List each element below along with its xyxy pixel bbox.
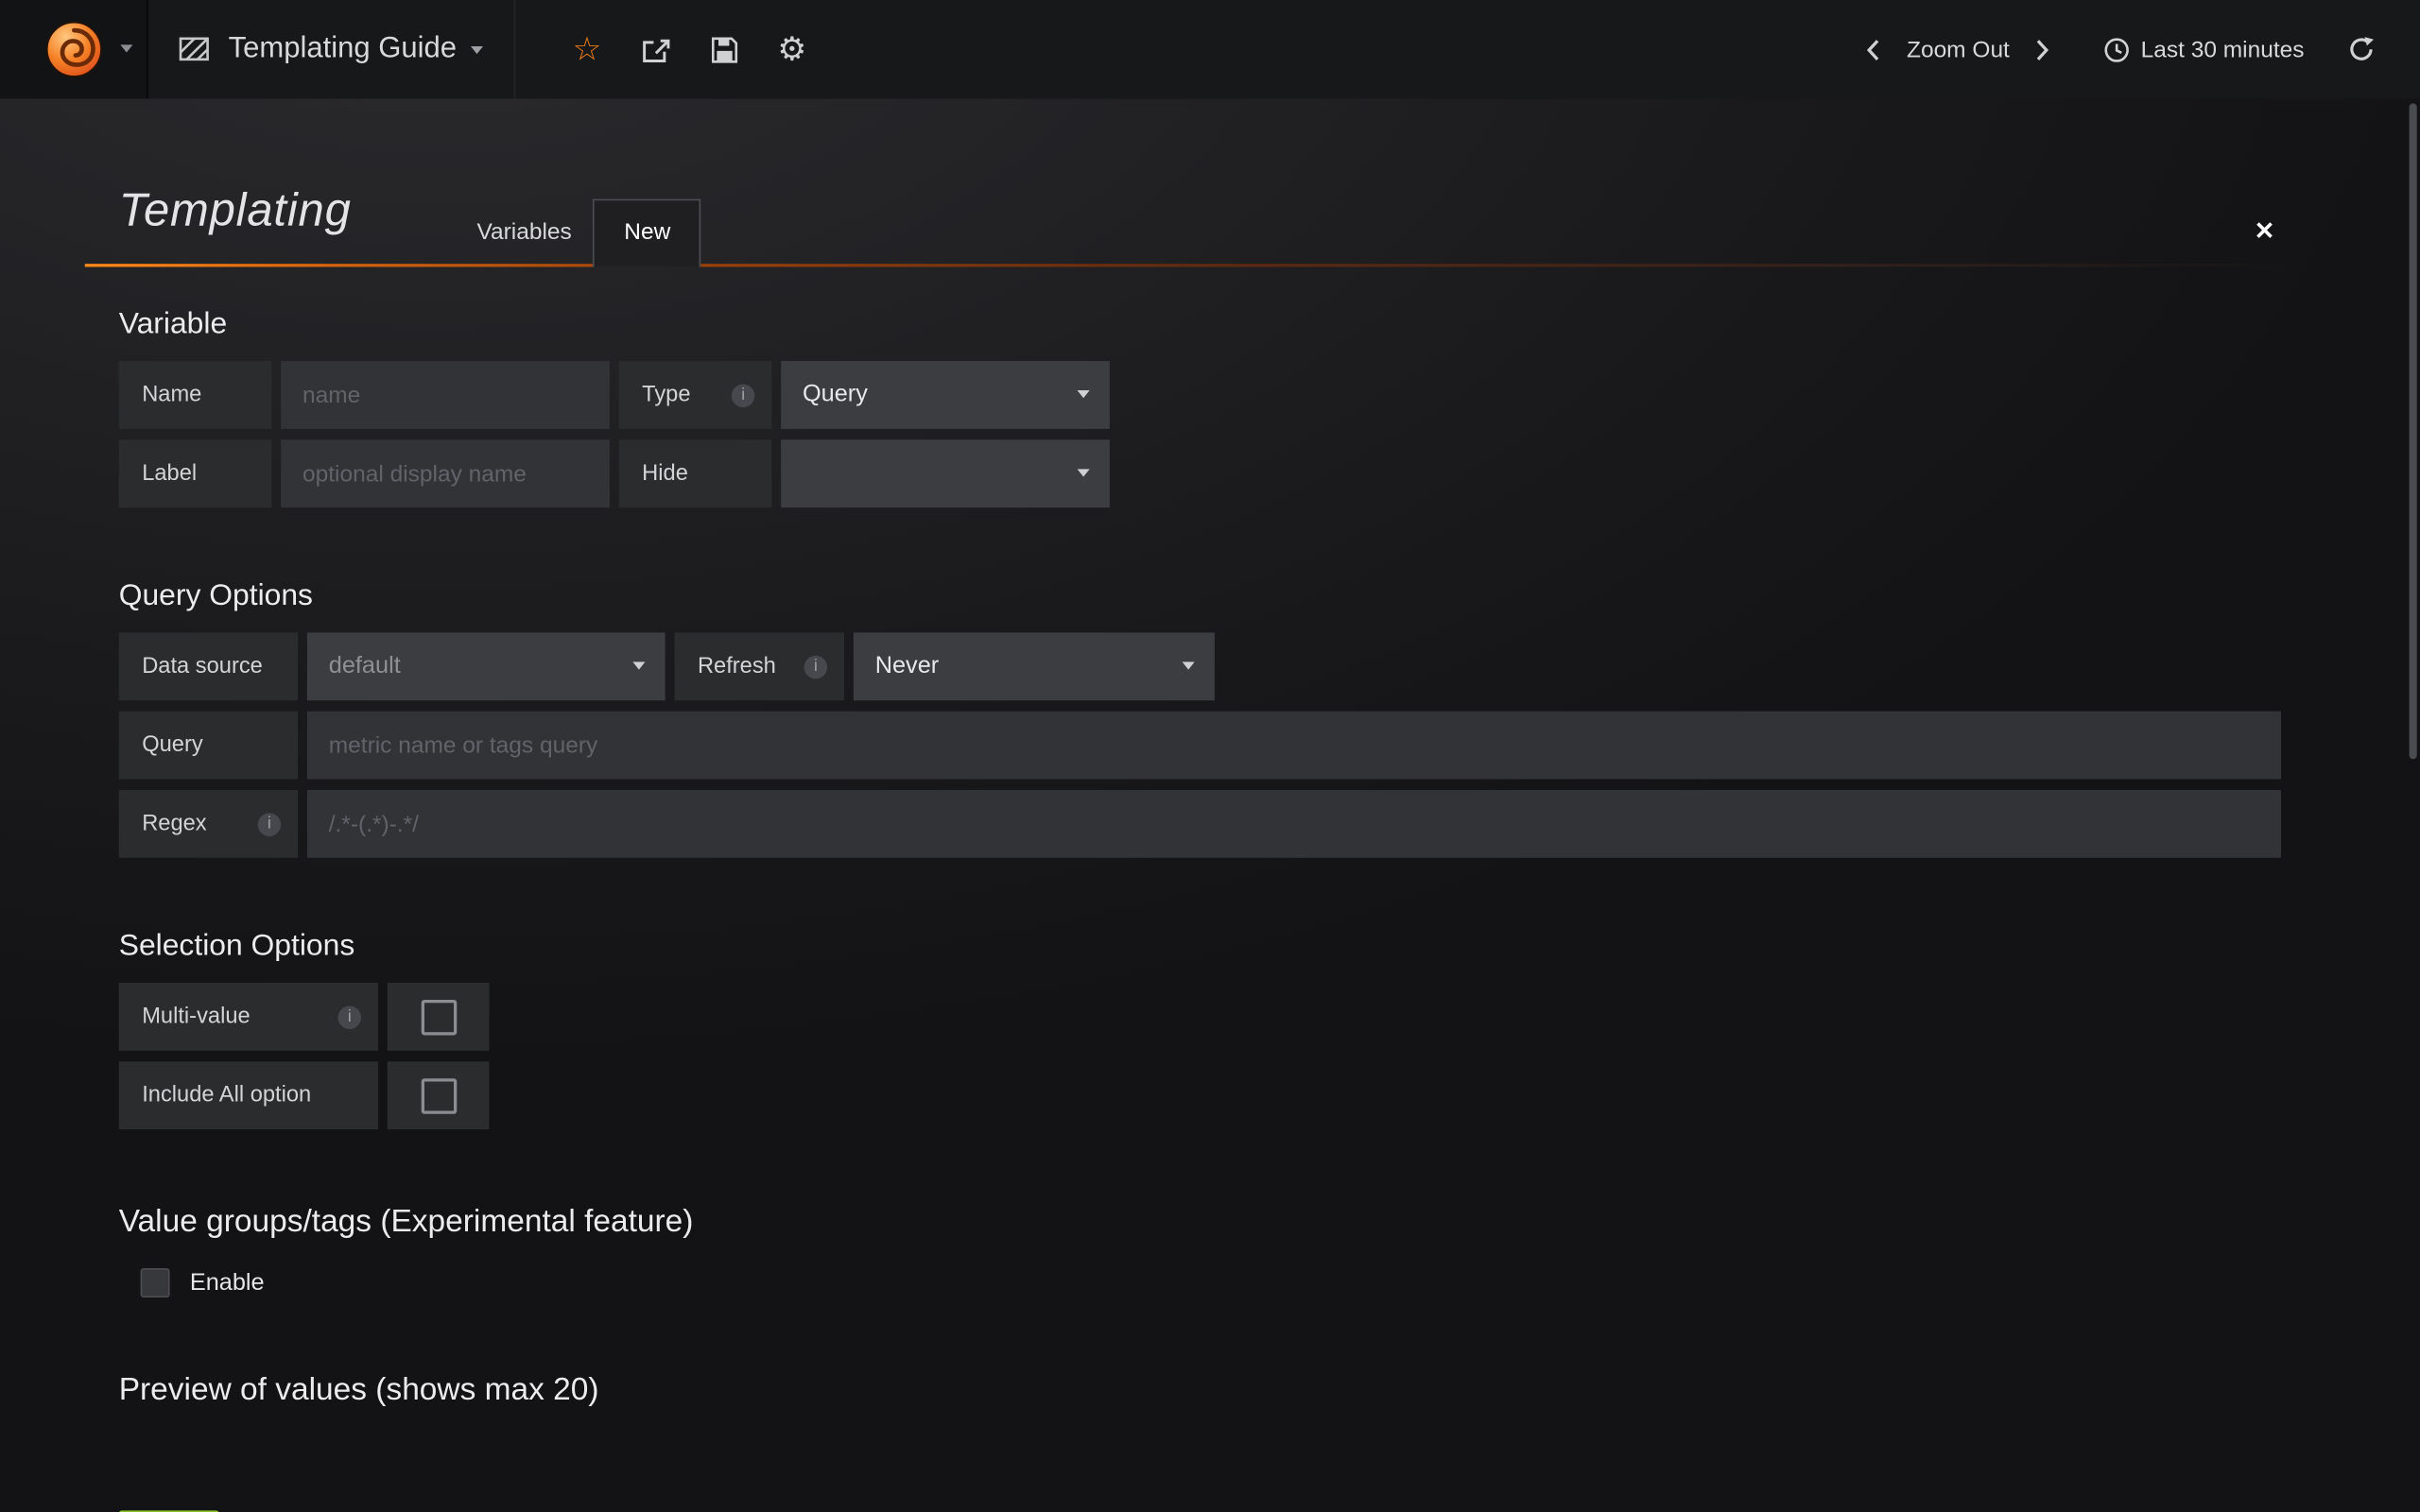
- share-icon: [642, 36, 671, 62]
- regex-label-text: Regex: [142, 812, 206, 836]
- hide-label: Hide: [619, 439, 772, 507]
- tab-new[interactable]: New: [594, 199, 701, 267]
- variable-name-row: Name Type i Query: [119, 361, 2281, 429]
- star-dashboard-button[interactable]: ☆: [573, 33, 602, 65]
- query-label: Query: [119, 712, 298, 780]
- regex-label: Regex i: [119, 790, 298, 858]
- time-range-label: Last 30 minutes: [2141, 36, 2305, 62]
- label-input[interactable]: [281, 439, 610, 507]
- refresh-icon: [2347, 36, 2375, 63]
- query-options-heading: Query Options: [119, 578, 2281, 614]
- gear-icon: ⚙: [777, 33, 806, 65]
- chevron-down-icon: [120, 44, 132, 52]
- chevron-down-icon: [1078, 469, 1090, 476]
- chevron-down-icon: [632, 662, 645, 669]
- settings-button[interactable]: ⚙: [777, 33, 806, 65]
- checkbox-icon: [421, 1077, 457, 1113]
- dashboard-picker[interactable]: Templating Guide: [148, 0, 515, 98]
- selection-options-heading: Selection Options: [119, 929, 2281, 965]
- data-source-label: Data source: [119, 632, 298, 700]
- tab-variables[interactable]: Variables: [456, 200, 594, 266]
- name-label: Name: [119, 361, 272, 429]
- time-controls: Zoom Out Last 30 minutes: [1846, 36, 2420, 63]
- refresh-label: Refresh i: [674, 632, 844, 700]
- grafana-logo-icon: [44, 20, 103, 78]
- enable-label: Enable: [190, 1269, 265, 1297]
- time-range-picker[interactable]: Last 30 minutes: [2103, 36, 2304, 62]
- refresh-select-value: Never: [875, 653, 940, 680]
- variable-label-row: Label Hide: [119, 439, 2281, 507]
- include-all-row: Include All option: [119, 1061, 2281, 1129]
- query-row: Query: [119, 712, 2281, 780]
- type-label-text: Type: [642, 383, 690, 407]
- clock-icon: [2103, 36, 2130, 62]
- save-dashboard-button[interactable]: [711, 36, 737, 62]
- regex-input[interactable]: [307, 790, 2281, 858]
- type-select[interactable]: Query: [781, 361, 1110, 429]
- multi-value-label: Multi-value i: [119, 983, 378, 1051]
- refresh-select[interactable]: Never: [854, 632, 1215, 700]
- editor-tabs: Variables New: [456, 199, 701, 267]
- chevron-down-icon: [1078, 390, 1090, 398]
- navbar-actions: ☆ ⚙: [515, 33, 826, 65]
- data-source-select[interactable]: default: [307, 632, 666, 700]
- enable-tags-control[interactable]: Enable: [141, 1268, 2281, 1297]
- info-icon[interactable]: i: [338, 1005, 361, 1028]
- multi-value-row: Multi-value i: [119, 983, 2281, 1051]
- save-icon: [711, 36, 737, 62]
- multi-value-label-text: Multi-value: [142, 1005, 250, 1029]
- data-source-value: default: [329, 653, 401, 680]
- time-shift-back-button[interactable]: [1867, 38, 1881, 60]
- top-navbar: Templating Guide ☆ ⚙: [0, 0, 2420, 98]
- value-groups-heading: Value groups/tags (Experimental feature): [119, 1203, 2281, 1240]
- page-title: Templating: [119, 185, 352, 238]
- refresh-button[interactable]: [2347, 36, 2375, 63]
- dashboard-grid-icon: [179, 37, 210, 61]
- query-input[interactable]: [307, 712, 2281, 780]
- time-shift-forward-button[interactable]: [2036, 38, 2050, 60]
- type-select-value: Query: [803, 381, 868, 408]
- star-icon: ☆: [573, 33, 602, 65]
- type-label: Type i: [619, 361, 772, 429]
- refresh-label-text: Refresh: [698, 654, 776, 679]
- info-icon[interactable]: i: [258, 813, 281, 835]
- name-input[interactable]: [281, 361, 610, 429]
- include-all-label: Include All option: [119, 1061, 378, 1129]
- chevron-down-icon: [471, 45, 483, 53]
- enable-checkbox[interactable]: [141, 1268, 170, 1297]
- tab-divider: [85, 264, 2300, 266]
- hide-select[interactable]: [781, 439, 1110, 507]
- info-icon[interactable]: i: [732, 384, 754, 406]
- zoom-out-button[interactable]: Zoom Out: [1907, 36, 2010, 62]
- info-icon[interactable]: i: [804, 655, 827, 678]
- checkbox-icon: [421, 999, 457, 1035]
- close-icon[interactable]: ✕: [2248, 210, 2281, 253]
- include-all-checkbox[interactable]: [388, 1061, 490, 1129]
- grafana-app: Templating Guide ☆ ⚙: [0, 0, 2420, 1512]
- variable-section-heading: Variable: [119, 307, 2281, 343]
- dashboard-title: Templating Guide: [229, 32, 457, 66]
- grafana-main-menu[interactable]: [0, 0, 148, 98]
- multi-value-checkbox[interactable]: [388, 983, 490, 1051]
- templating-editor: Templating Variables New ✕ Variable Name…: [0, 98, 2420, 1512]
- label-label: Label: [119, 439, 272, 507]
- chevron-right-icon: [2036, 38, 2050, 60]
- chevron-down-icon: [1183, 662, 1195, 669]
- datasource-row: Data source default Refresh i Never: [119, 632, 2281, 700]
- regex-row: Regex i: [119, 790, 2281, 858]
- share-dashboard-button[interactable]: [642, 36, 671, 62]
- chevron-left-icon: [1867, 38, 1881, 60]
- preview-heading: Preview of values (shows max 20): [119, 1371, 2281, 1408]
